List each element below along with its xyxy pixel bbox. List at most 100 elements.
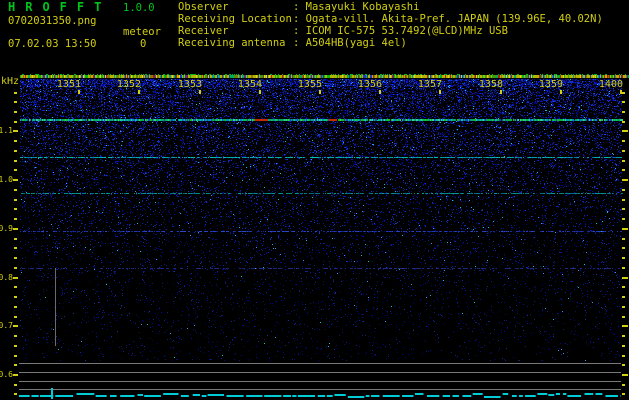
freq-minor-tick xyxy=(622,150,625,152)
header-info-label: Receiving antenna xyxy=(178,37,286,49)
freq-minor-tick xyxy=(14,92,17,94)
freq-minor-tick xyxy=(14,364,17,366)
freq-major-tick xyxy=(13,374,18,376)
freq-minor-tick xyxy=(622,111,625,113)
freq-axis-unit-label: kHz xyxy=(1,76,20,87)
freq-minor-tick xyxy=(622,238,625,240)
freq-tick-label: 0.8 xyxy=(0,273,13,282)
freq-major-tick xyxy=(622,374,628,376)
freq-major-tick xyxy=(622,277,628,279)
freq-minor-tick xyxy=(14,169,17,171)
time-minute-tick xyxy=(259,90,261,94)
freq-minor-tick xyxy=(14,316,17,318)
output-filename: 0702031350.png xyxy=(8,15,97,27)
freq-minor-tick xyxy=(14,247,17,249)
freq-minor-tick xyxy=(14,296,17,298)
hrofft-output-image: HROFFT 1.0.0 0702031350.png meteor 07.02… xyxy=(0,0,629,400)
freq-minor-tick xyxy=(622,189,625,191)
freq-minor-tick xyxy=(14,199,17,201)
freq-minor-tick xyxy=(622,345,625,347)
freq-tick-label: 0.6 xyxy=(0,370,13,379)
freq-minor-tick xyxy=(14,306,17,308)
freq-tick-label: 0.9 xyxy=(0,224,13,233)
header-info-colon: : xyxy=(293,25,306,37)
freq-minor-tick xyxy=(14,160,17,162)
meteor-counter-label: meteor xyxy=(123,26,161,38)
freq-major-tick xyxy=(13,325,18,327)
freq-major-tick xyxy=(622,325,628,327)
time-minute-tick xyxy=(500,90,502,94)
freq-minor-tick xyxy=(14,101,17,103)
freq-minor-tick xyxy=(622,101,625,103)
freq-minor-tick xyxy=(622,384,625,386)
header-info-value: Masayuki Kobayashi xyxy=(305,1,420,13)
time-tick-label: 1358 xyxy=(478,79,503,90)
freq-minor-tick xyxy=(14,286,17,288)
freq-major-tick xyxy=(622,179,628,181)
freq-minor-tick xyxy=(14,345,17,347)
time-minute-tick xyxy=(199,90,201,94)
header-info-colon: : xyxy=(293,1,306,13)
freq-tick-label: 1.0 xyxy=(0,175,13,184)
time-minute-tick xyxy=(560,90,562,94)
freq-minor-tick xyxy=(622,364,625,366)
header-info-value: ICOM IC-575 53.7492(@LCD)MHz USB xyxy=(305,25,508,37)
freq-minor-tick xyxy=(14,140,17,142)
freq-minor-tick xyxy=(14,384,17,386)
freq-minor-tick xyxy=(622,160,625,162)
freq-major-tick xyxy=(13,130,18,132)
header-info-row: Observer: Masayuki Kobayashi xyxy=(178,2,419,13)
freq-major-tick xyxy=(13,179,18,181)
freq-minor-tick xyxy=(14,257,17,259)
time-tick-label: 1356 xyxy=(357,79,382,90)
header-info-label: Observer xyxy=(178,1,229,13)
header-info-value: A504HB(yagi 4el) xyxy=(305,37,407,49)
freq-minor-tick xyxy=(14,208,17,210)
freq-minor-tick xyxy=(622,316,625,318)
freq-minor-tick xyxy=(622,355,625,357)
time-tick-label: 1357 xyxy=(417,79,442,90)
time-tick-label: 1351 xyxy=(56,79,81,90)
spectrogram-canvas xyxy=(0,0,629,400)
observation-datetime: 07.02.03 13:50 xyxy=(8,38,97,50)
time-minute-tick xyxy=(439,90,441,94)
header-info-row: Receiving antenna: A504HB(yagi 4el) xyxy=(178,38,407,49)
freq-minor-tick xyxy=(622,393,625,395)
freq-minor-tick xyxy=(14,111,17,113)
freq-minor-tick xyxy=(622,247,625,249)
freq-major-tick xyxy=(13,228,18,230)
freq-minor-tick xyxy=(622,92,625,94)
freq-tick-label: 0.7 xyxy=(0,321,13,330)
freq-minor-tick xyxy=(14,121,17,123)
header-info-row: Receiver: ICOM IC-575 53.7492(@LCD)MHz U… xyxy=(178,26,508,37)
freq-minor-tick xyxy=(622,208,625,210)
freq-minor-tick xyxy=(622,140,625,142)
time-tick-label: 1352 xyxy=(116,79,141,90)
header-info-label: Receiving Location xyxy=(178,13,292,25)
freq-minor-tick xyxy=(622,306,625,308)
time-tick-label: 1359 xyxy=(538,79,563,90)
header-info-label: Receiver xyxy=(178,25,229,37)
time-minute-tick xyxy=(379,90,381,94)
time-tick-label: 1353 xyxy=(177,79,202,90)
time-minute-tick xyxy=(138,90,140,94)
meteor-count-value: 0 xyxy=(140,38,147,50)
freq-minor-tick xyxy=(622,121,625,123)
freq-minor-tick xyxy=(14,189,17,191)
freq-major-tick xyxy=(13,277,18,279)
time-minute-tick xyxy=(319,90,321,94)
freq-minor-tick xyxy=(14,355,17,357)
freq-minor-tick xyxy=(14,150,17,152)
header-info-colon: : xyxy=(293,13,306,25)
freq-minor-tick xyxy=(14,335,17,337)
time-minute-tick xyxy=(620,90,622,94)
freq-tick-label: 1.1 xyxy=(0,126,13,135)
header-info-colon: : xyxy=(293,37,306,49)
freq-major-tick xyxy=(622,228,628,230)
freq-minor-tick xyxy=(622,199,625,201)
time-tick-label: 1355 xyxy=(297,79,322,90)
freq-minor-tick xyxy=(622,257,625,259)
freq-minor-tick xyxy=(14,218,17,220)
app-version: 1.0.0 xyxy=(123,2,155,14)
freq-minor-tick xyxy=(622,286,625,288)
